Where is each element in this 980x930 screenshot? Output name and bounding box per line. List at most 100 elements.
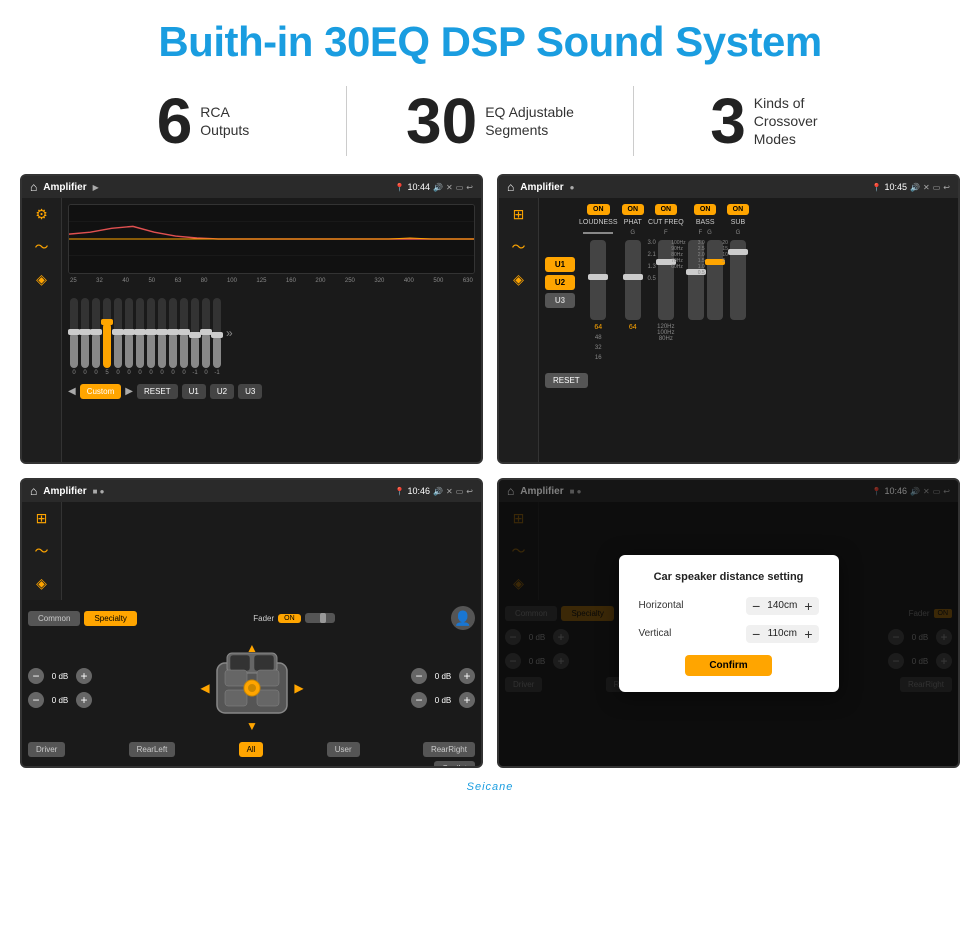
speaker-common-tab[interactable]: Common [28,611,80,626]
dialog-vertical-minus[interactable]: − [752,627,760,641]
car-diagram-svg: ▲ ▼ ◀ ▶ [197,638,307,738]
confirm-button[interactable]: Confirm [685,655,771,676]
dialog-vertical-plus[interactable]: + [804,627,812,641]
eq-prev-icon[interactable]: ◀ [68,386,76,397]
dialog-horizontal-control: − 140cm + [746,597,818,615]
eq-home-icon[interactable]: ⌂ [30,180,37,194]
speaker-sidebar-pos-icon[interactable]: ◈ [36,575,47,592]
eq-custom-btn[interactable]: Custom [80,384,122,399]
eq-wave-icon[interactable]: 〜 [35,237,49,257]
amp-dot-icon: ● [570,183,575,192]
amp-sub-label: SUB [731,219,745,226]
speaker-layout: − 0 dB + − 0 dB + [28,638,475,738]
amp-sidebar-speaker-icon[interactable]: ◈ [513,271,524,288]
eq-next-icon[interactable]: ▶ [125,386,133,397]
amp-home-icon[interactable]: ⌂ [507,180,514,194]
speaker-sidebar-wave-icon[interactable]: 〜 [35,541,49,561]
speaker-status-bar: ⌂ Amplifier ■ ● 📍 10:46 🔊 ✕ ▭ ↩ [22,480,481,502]
amp-location-icon: 📍 [872,183,882,192]
eq-settings-icon[interactable]: ⚙ [35,206,48,223]
eq-u1-btn[interactable]: U1 [182,384,206,399]
speaker-tl-minus[interactable]: − [28,668,44,684]
amp-status-icons: 📍 10:45 🔊 ✕ ▭ ↩ [872,182,950,192]
amp-loudness-slider[interactable] [590,240,606,320]
amp-close-icon[interactable]: ✕ [923,183,930,192]
speaker-user-btn[interactable]: User [327,742,360,757]
amp-u1-btn[interactable]: U1 [545,257,575,272]
eq-speaker2-icon[interactable]: ◈ [36,271,47,288]
speaker-bl-db: − 0 dB + [28,692,92,708]
speaker-close-icon[interactable]: ✕ [446,487,453,496]
distance-dialog: Car speaker distance setting Horizontal … [619,555,839,692]
speaker-left-controls: − 0 dB + − 0 dB + [28,668,92,708]
eq-speaker-icon: 🔊 [433,183,443,192]
amp-time: 10:45 [885,182,908,192]
speaker-rearright-btn[interactable]: RearRight [423,742,475,757]
speaker-br-plus[interactable]: + [459,692,475,708]
amp-back-icon[interactable]: ↩ [943,183,950,192]
speaker-specialty-tab[interactable]: Specialty [84,611,136,626]
eq-freq-400: 400 [404,278,414,284]
speaker-back-icon[interactable]: ↩ [466,487,473,496]
dialog-horizontal-plus[interactable]: + [804,599,812,613]
eq-u2-btn[interactable]: U2 [210,384,234,399]
eq-close-icon[interactable]: ✕ [446,183,453,192]
speaker-tr-minus[interactable]: − [411,668,427,684]
eq-main: 25 32 40 50 63 80 100 125 160 200 250 32… [62,198,481,462]
amp-phat-slider[interactable] [625,240,641,320]
amp-phat-on: ON [622,204,645,215]
speaker-tl-plus[interactable]: + [76,668,92,684]
eq-content: ⚙ 〜 ◈ [22,198,481,462]
speaker-status-left: ⌂ Amplifier ■ ● [30,484,104,498]
amp-channel-col: U1 U2 U3 [545,257,575,308]
eq-window-icon[interactable]: ▭ [456,183,464,192]
eq-slider-3: 0 [92,298,100,376]
amp-screen: ⌂ Amplifier ● 📍 10:45 🔊 ✕ ▭ ↩ ⊞ 〜 ◈ [497,174,960,464]
speaker-tr-value: 0 dB [431,672,455,681]
speaker-driver-btn[interactable]: Driver [28,742,65,757]
amp-u3-btn[interactable]: U3 [545,293,575,308]
eq-back-icon[interactable]: ↩ [466,183,473,192]
fader-toggle[interactable]: ON [278,614,301,623]
stat-eq: 30 EQ AdjustableSegments [347,89,633,153]
amp-content: ⊞ 〜 ◈ U1 U2 U3 ON [499,198,958,462]
dialog-title: Car speaker distance setting [639,571,819,583]
eq-u3-btn[interactable]: U3 [238,384,262,399]
fader-slider[interactable] [305,613,335,623]
amp-bass-slider-g[interactable]: 3.02.52.01.51.00.5 [707,240,723,320]
speaker-br-minus[interactable]: − [411,692,427,708]
speaker-copilot-btn[interactable]: Copilot [434,761,475,768]
speaker-bl-plus[interactable]: + [76,692,92,708]
amp-sidebar-wave-icon[interactable]: 〜 [512,237,526,257]
amp-sub-slider[interactable]: 2015105 [730,240,746,320]
speaker-all-btn[interactable]: All [239,742,264,757]
amp-u2-btn[interactable]: U2 [545,275,575,290]
eq-reset-btn[interactable]: RESET [137,384,178,399]
speaker-sidebar-eq-icon[interactable]: ⊞ [36,510,48,527]
eq-freq-320: 320 [374,278,384,284]
amp-phat-val: 64 [629,324,637,331]
speaker-status-icons: 📍 10:46 🔊 ✕ ▭ ↩ [395,486,473,496]
amp-reset-btn[interactable]: RESET [545,373,588,388]
speaker-rearleft-btn[interactable]: RearLeft [129,742,176,757]
eq-freq-80: 80 [201,278,208,284]
speaker-bl-minus[interactable]: − [28,692,44,708]
speaker-screen: ⌂ Amplifier ■ ● 📍 10:46 🔊 ✕ ▭ ↩ ⊞ 〜 ◈ [20,478,483,768]
speaker-bl-value: 0 dB [48,696,72,705]
amp-window-icon[interactable]: ▭ [933,183,941,192]
speaker-user-icon[interactable]: 👤 [451,606,475,630]
eq-freq-630: 630 [463,278,473,284]
speaker-right-controls: − 0 dB + − 0 dB + [411,668,475,708]
amp-sidebar-eq-icon[interactable]: ⊞ [513,206,525,223]
eq-freq-40: 40 [122,278,129,284]
eq-scroll-right[interactable]: » [226,326,233,340]
eq-graph [68,204,475,274]
eq-slider-1: 0 [70,298,78,376]
eq-freq-160: 160 [286,278,296,284]
speaker-br-value: 0 dB [431,696,455,705]
dialog-horizontal-minus[interactable]: − [752,599,760,613]
speaker-window-icon[interactable]: ▭ [456,487,464,496]
speaker-home-icon[interactable]: ⌂ [30,484,37,498]
speaker-tr-plus[interactable]: + [459,668,475,684]
stat-rca: 6 RCAOutputs [60,89,346,153]
